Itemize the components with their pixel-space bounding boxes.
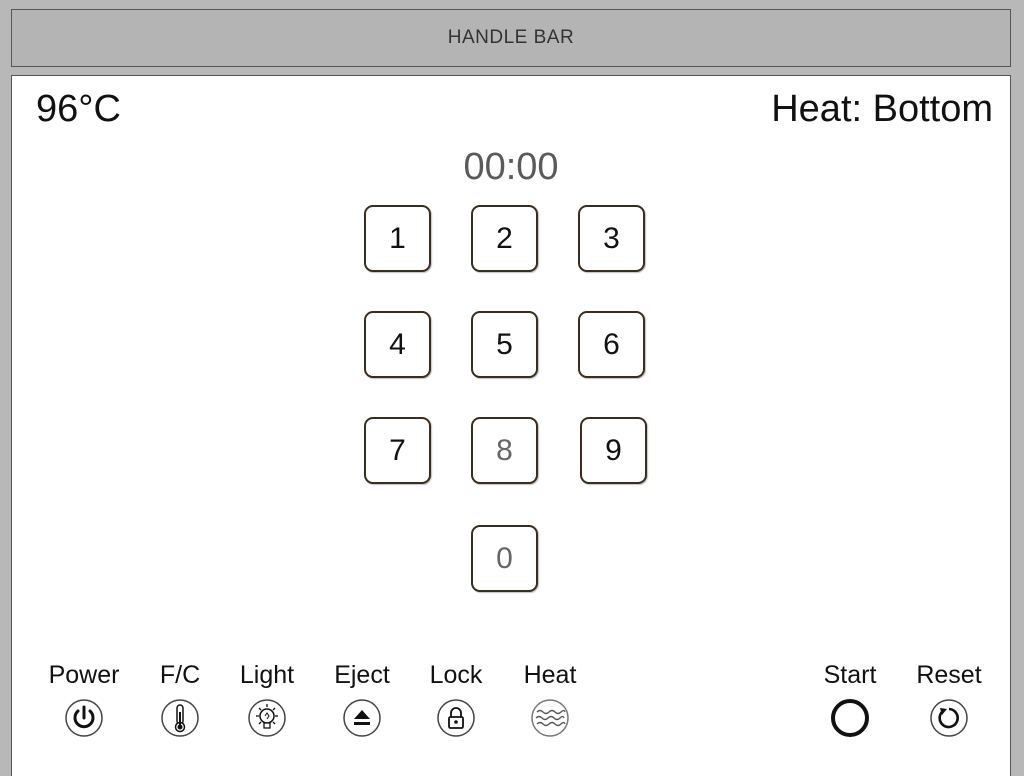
power-icon (65, 699, 103, 737)
power-label: Power (48, 661, 120, 689)
lightbulb-icon (248, 699, 286, 737)
lock-button[interactable]: Lock (416, 661, 496, 738)
keypad-key-7[interactable]: 7 (364, 417, 431, 484)
keypad-key-8[interactable]: 8 (471, 417, 538, 484)
eject-label: Eject (334, 661, 390, 689)
lock-icon (437, 699, 475, 737)
keypad-key-9[interactable]: 9 (580, 417, 647, 484)
light-label: Light (239, 661, 295, 689)
keypad-key-3[interactable]: 3 (578, 205, 645, 272)
reset-button[interactable]: Reset (909, 661, 989, 738)
keypad-key-1[interactable]: 1 (364, 205, 431, 272)
handle-bar[interactable]: HANDLE BAR (11, 9, 1011, 67)
control-panel: 96°C Heat: Bottom 00:00 1 2 3 4 5 6 7 8 … (11, 75, 1011, 776)
eject-icon (343, 699, 381, 737)
ring-icon (831, 699, 869, 737)
timer-readout: 00:00 (463, 146, 559, 188)
heat-mode-readout: Heat: Bottom (771, 88, 993, 130)
keypad-key-2[interactable]: 2 (471, 205, 538, 272)
eject-button[interactable]: Eject (322, 661, 402, 738)
start-button[interactable]: Start (810, 661, 890, 738)
heat-waves-icon (531, 699, 569, 737)
heat-button[interactable]: Heat (510, 661, 590, 738)
fc-label: F/C (159, 661, 201, 689)
fc-button[interactable]: F/C (140, 661, 220, 738)
power-button[interactable]: Power (44, 661, 124, 738)
temperature-readout: 96°C (36, 88, 121, 130)
keypad-key-6[interactable]: 6 (578, 311, 645, 378)
light-button[interactable]: Light (227, 661, 307, 738)
reset-label: Reset (916, 661, 982, 689)
thermometer-icon (161, 699, 199, 737)
keypad-key-5[interactable]: 5 (471, 311, 538, 378)
handle-bar-label: HANDLE BAR (447, 27, 575, 48)
keypad-key-0[interactable]: 0 (471, 525, 538, 592)
heat-label: Heat (523, 661, 577, 689)
reset-icon (930, 699, 968, 737)
start-label: Start (823, 661, 877, 689)
keypad-key-4[interactable]: 4 (364, 311, 431, 378)
lock-label: Lock (429, 661, 483, 689)
